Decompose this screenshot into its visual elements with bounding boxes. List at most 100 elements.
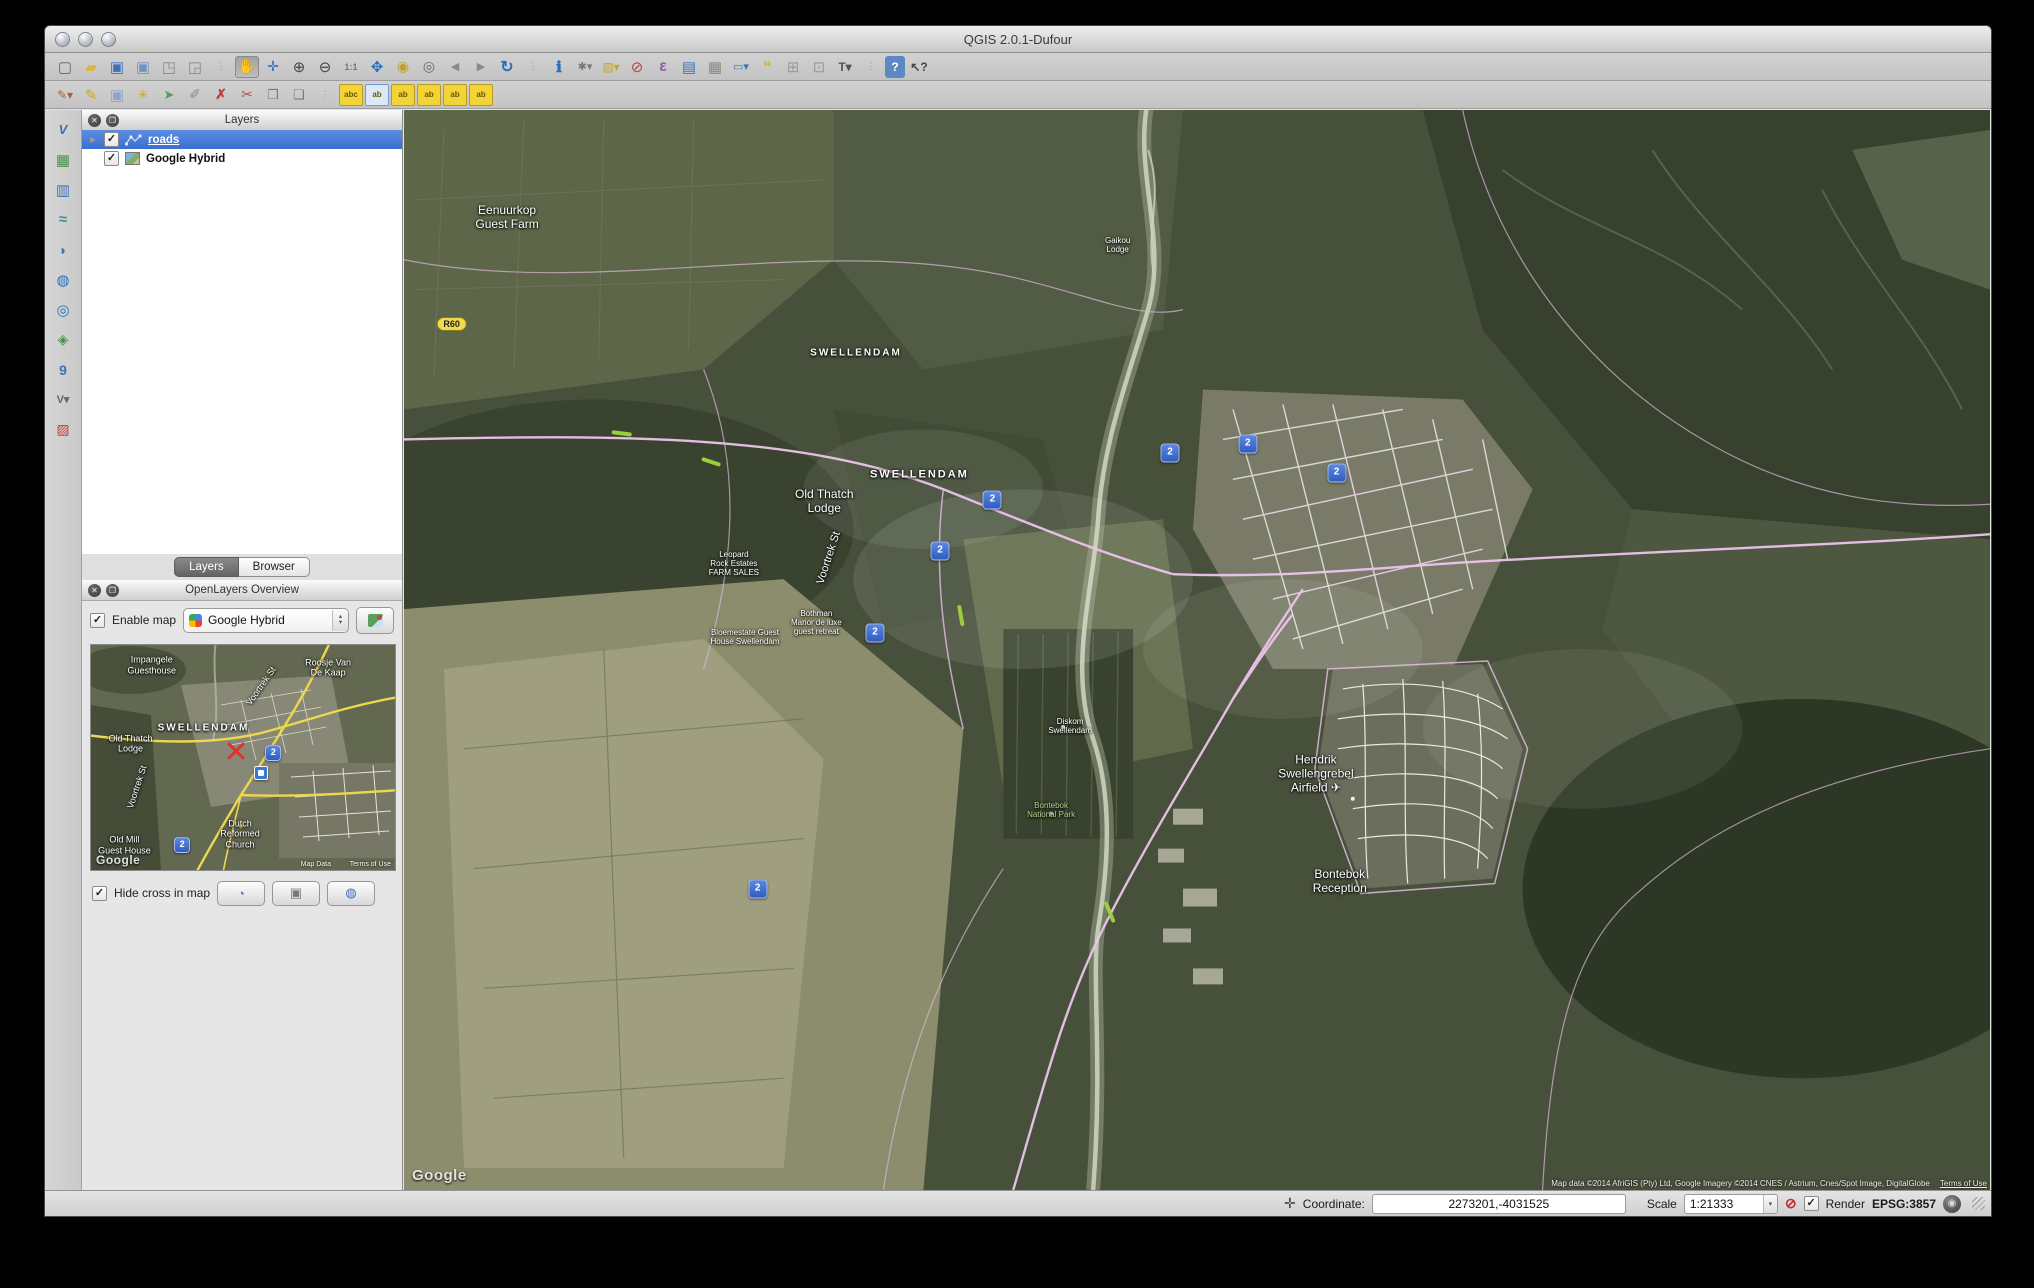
select-by-expression-button[interactable]: ε <box>651 56 675 78</box>
layer-item-roads[interactable]: ▶ ✓ roads <box>82 130 402 149</box>
globe-button[interactable]: ◍ <box>327 881 375 906</box>
text-annotation-button[interactable]: T▾ <box>833 56 857 78</box>
map-tips-button[interactable]: ❝ <box>755 56 779 78</box>
overview-options: ✓ Hide cross in map ◔ ▣ ◍ <box>92 880 375 906</box>
delete-selected-button[interactable]: ✗ <box>209 84 233 106</box>
field-calculator-button[interactable]: ▦ <box>703 56 727 78</box>
undock-panel-icon[interactable]: ❐ <box>106 114 119 127</box>
close-panel-icon[interactable]: ✕ <box>88 114 101 127</box>
label-rotate-button[interactable]: ab <box>443 84 467 106</box>
stop-render-icon[interactable]: ⊘ <box>1785 1195 1797 1212</box>
attribute-table-button[interactable]: ▤ <box>677 56 701 78</box>
label-show-hide-button[interactable]: ab <box>391 84 415 106</box>
resize-grip[interactable] <box>1972 1197 1985 1210</box>
crs-status-icon[interactable]: ◉ <box>1943 1195 1961 1213</box>
render-checkbox[interactable]: ✓ <box>1804 1196 1819 1211</box>
scale-combo[interactable]: 1:21333 ▾ <box>1684 1194 1778 1214</box>
add-raster-layer-button[interactable]: ▦ <box>50 148 76 171</box>
zoom-native-button[interactable]: 1:1 <box>339 56 363 78</box>
new-project-button[interactable]: ▢ <box>53 56 77 78</box>
map-data-link[interactable]: Map Data <box>301 861 331 868</box>
undock-panel-icon[interactable]: ❐ <box>106 584 119 597</box>
left-dock: ✕ ❐ Layers ▶ ✓ roads ✓ Google Hybrid Lay… <box>82 110 403 1190</box>
zoom-in-button[interactable]: ⊕ <box>287 56 311 78</box>
paste-features-button[interactable]: ❏ <box>287 84 311 106</box>
zoom-last-button[interactable]: ◀ <box>443 56 467 78</box>
pan-map-button[interactable]: ✋ <box>235 56 259 78</box>
zoom-next-button[interactable]: ▶ <box>469 56 493 78</box>
close-window-button[interactable] <box>55 32 70 47</box>
overview-add-layer-button[interactable] <box>356 607 394 634</box>
tab-layers[interactable]: Layers <box>174 557 239 577</box>
route-badge-r60: R60 <box>436 317 467 331</box>
minimize-window-button[interactable] <box>78 32 93 47</box>
expand-arrow-icon[interactable]: ▶ <box>90 135 98 144</box>
zoom-out-button[interactable]: ⊖ <box>313 56 337 78</box>
add-postgis-layer-button[interactable]: ▥ <box>50 178 76 201</box>
feature-action-button[interactable]: ✱▾ <box>573 56 597 78</box>
route-shield: 2 <box>265 745 281 761</box>
chevron-down-icon[interactable]: ▾ <box>1763 1195 1777 1213</box>
overview-map-select[interactable]: Google Hybrid ▴▾ <box>183 608 349 633</box>
label-properties-button[interactable]: ab <box>469 84 493 106</box>
whats-this-button[interactable]: ↖? <box>907 56 931 78</box>
help-button[interactable]: ? <box>885 56 905 78</box>
move-feature-button[interactable]: ➤ <box>157 84 181 106</box>
terms-of-use-link[interactable]: Terms of Use <box>350 861 391 868</box>
copy-features-button[interactable]: ❐ <box>261 84 285 106</box>
hide-cross-checkbox[interactable]: ✓ <box>92 886 107 901</box>
extents-marker-icon[interactable]: ✛ <box>1284 1195 1296 1212</box>
label-pin-button[interactable]: ab <box>365 84 389 106</box>
zoom-to-selection-button[interactable]: ◉ <box>391 56 415 78</box>
current-edits-button[interactable]: ✎▾ <box>53 84 77 106</box>
overview-map[interactable]: Impangele Guesthouse Roosje Van De Kaap … <box>90 644 396 871</box>
camera-button[interactable]: ▣ <box>272 881 320 906</box>
node-tool-button[interactable]: ✐ <box>183 84 207 106</box>
select-features-button[interactable]: ▧▾ <box>599 56 623 78</box>
identify-button[interactable]: ℹ <box>547 56 571 78</box>
layer-visibility-checkbox[interactable]: ✓ <box>104 151 119 166</box>
layer-item-google-hybrid[interactable]: ✓ Google Hybrid <box>82 149 402 168</box>
add-vector-layer-button[interactable]: V <box>50 118 76 141</box>
overview-controls: ✓ Enable map Google Hybrid ▴▾ <box>90 606 394 634</box>
toggle-editing-button[interactable]: ✎ <box>79 84 103 106</box>
close-panel-icon[interactable]: ✕ <box>88 584 101 597</box>
add-wcs-layer-button[interactable]: ◎ <box>50 298 76 321</box>
cut-features-button[interactable]: ✂ <box>235 84 259 106</box>
new-shapefile-layer-button[interactable]: V▾ <box>50 388 76 411</box>
tab-browser[interactable]: Browser <box>239 557 310 577</box>
coordinate-input[interactable]: 2273201,-4031525 <box>1372 1194 1626 1214</box>
layer-visibility-checkbox[interactable]: ✓ <box>104 132 119 147</box>
add-wms-layer-button[interactable]: ◍ <box>50 268 76 291</box>
save-layer-edits-button[interactable]: ▣ <box>105 84 129 106</box>
terms-of-use-link[interactable]: Terms of Use <box>1940 1179 1987 1188</box>
layer-tree: ▶ ✓ roads ✓ Google Hybrid <box>82 130 402 554</box>
add-feature-button[interactable]: ✳ <box>131 84 155 106</box>
zoom-window-button[interactable] <box>101 32 116 47</box>
compass-button[interactable]: ◔ <box>217 881 265 906</box>
save-project-button[interactable]: ▣ <box>105 56 129 78</box>
composer-manager-button[interactable]: ◲ <box>183 56 207 78</box>
refresh-button[interactable]: ↻ <box>495 56 519 78</box>
remove-layer-button[interactable]: ▨ <box>50 418 76 441</box>
title-bar[interactable]: QGIS 2.0.1-Dufour <box>45 26 1991 53</box>
add-wfs-layer-button[interactable]: ◈ <box>50 328 76 351</box>
add-mssql-layer-button[interactable]: ◗ <box>50 238 76 261</box>
add-delimited-text-layer-button[interactable]: 9 <box>50 358 76 381</box>
labeling-button[interactable]: abc <box>339 84 363 106</box>
measure-button[interactable]: ▭▾ <box>729 56 753 78</box>
enable-map-checkbox[interactable]: ✓ <box>90 613 105 628</box>
map-canvas[interactable]: Eenuurkop Guest Farm SWELLENDAM SWELLEND… <box>404 110 1990 1190</box>
label-move-button[interactable]: ab <box>417 84 441 106</box>
zoom-to-layer-button[interactable]: ◎ <box>417 56 441 78</box>
add-spatialite-layer-button[interactable]: ≈ <box>50 208 76 231</box>
zoom-full-button[interactable]: ✥ <box>365 56 389 78</box>
show-bookmarks-button[interactable]: ⊡ <box>807 56 831 78</box>
deselect-features-button[interactable]: ⊘ <box>625 56 649 78</box>
pan-to-selection-button[interactable]: ✛ <box>261 56 285 78</box>
save-project-as-button[interactable]: ▣ <box>131 56 155 78</box>
layers-panel-title: Layers <box>225 114 260 126</box>
new-print-composer-button[interactable]: ◳ <box>157 56 181 78</box>
open-project-button[interactable]: ▰ <box>79 56 103 78</box>
new-bookmark-button[interactable]: ⊞ <box>781 56 805 78</box>
